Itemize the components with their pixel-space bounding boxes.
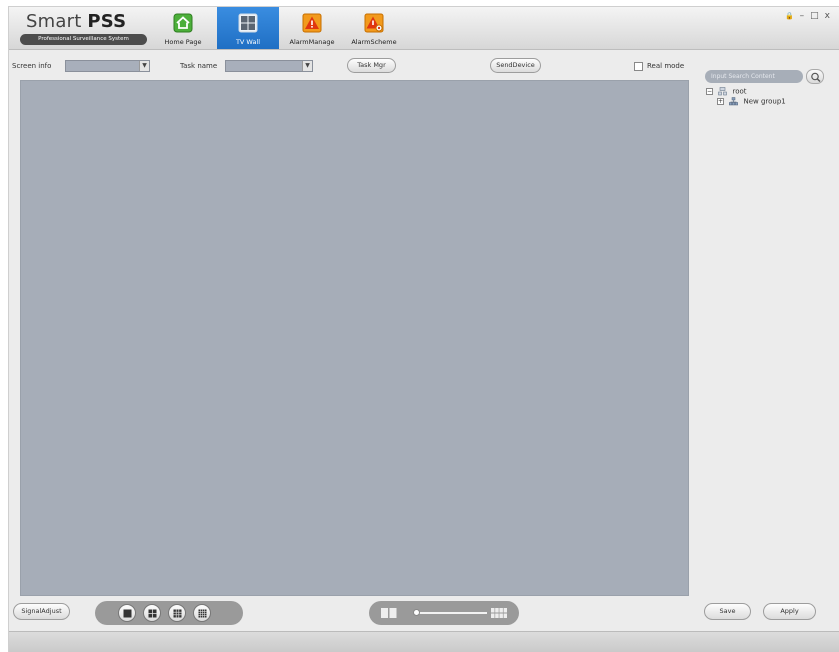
task-name-label: Task name bbox=[180, 62, 218, 70]
device-search-input[interactable]: Input Search Content bbox=[705, 70, 803, 83]
layout-nine-icon bbox=[173, 609, 182, 618]
status-bar bbox=[9, 631, 839, 652]
real-mode-checkbox[interactable] bbox=[634, 62, 643, 71]
tree-node-root[interactable]: − root bbox=[706, 87, 747, 96]
window-controls: 🔒–□x bbox=[785, 11, 836, 21]
screen-info-select[interactable]: ▼ bbox=[65, 60, 150, 72]
nav-tab-home-label: Home Page bbox=[164, 38, 202, 46]
app-title-plain: Smart bbox=[26, 11, 82, 32]
save-button[interactable]: Save bbox=[704, 603, 751, 620]
tree-node-new-group1-label: New group1 bbox=[743, 97, 786, 106]
lock-icon[interactable]: 🔒 bbox=[785, 12, 800, 20]
minimize-icon[interactable]: – bbox=[800, 11, 811, 21]
app-logo-title: Smart PSS bbox=[26, 11, 126, 32]
tv-wall-canvas[interactable] bbox=[20, 80, 689, 596]
app-window: Smart PSS Professional Surveillance Syst… bbox=[8, 6, 839, 652]
nav-tab-alarm-scheme[interactable]: AlarmScheme bbox=[343, 7, 405, 49]
tree-node-root-label: root bbox=[732, 87, 747, 96]
group-tree-icon bbox=[729, 97, 739, 106]
signal-adjust-button[interactable]: SignalAdjust bbox=[13, 603, 70, 620]
screen-layout-group bbox=[95, 601, 243, 625]
restore-icon[interactable]: □ bbox=[810, 11, 825, 21]
apply-button[interactable]: Apply bbox=[763, 603, 816, 620]
nav-tab-home[interactable]: Home Page bbox=[152, 7, 214, 49]
app-logo-subtitle: Professional Surveillance System bbox=[20, 34, 147, 45]
alarm-warning-icon bbox=[302, 13, 322, 33]
layout-4-button[interactable] bbox=[143, 604, 161, 622]
expand-icon[interactable]: + bbox=[717, 98, 724, 105]
close-icon[interactable]: x bbox=[825, 11, 836, 21]
zoom-slider-handle[interactable] bbox=[413, 609, 420, 616]
layout-16-button[interactable] bbox=[193, 604, 211, 622]
tv-wall-icon bbox=[238, 13, 258, 33]
tree-node-new-group1[interactable]: + New group1 bbox=[717, 97, 786, 106]
screen-info-label: Screen info bbox=[12, 62, 52, 70]
layout-1-button[interactable] bbox=[118, 604, 136, 622]
home-icon bbox=[173, 13, 193, 33]
layout-sixteen-icon bbox=[198, 609, 207, 618]
nav-tab-alarm-manage[interactable]: AlarmManage bbox=[281, 7, 343, 49]
nav-tab-tv-wall[interactable]: TV Wall bbox=[217, 7, 279, 49]
search-icon bbox=[811, 72, 821, 83]
alarm-scheme-icon bbox=[364, 13, 384, 33]
zoom-slider-track[interactable] bbox=[417, 612, 487, 614]
layout-9-button[interactable] bbox=[168, 604, 186, 622]
top-bar: Smart PSS Professional Surveillance Syst… bbox=[9, 7, 839, 50]
layout-single-icon bbox=[123, 609, 132, 618]
app-title-bold: PSS bbox=[87, 11, 127, 32]
chevron-down-icon: ▼ bbox=[139, 61, 149, 71]
zoom-in-grid-icon[interactable] bbox=[491, 608, 507, 618]
folder-tree-icon bbox=[718, 87, 728, 96]
chevron-down-icon: ▼ bbox=[302, 61, 312, 71]
zoom-out-grid-icon[interactable] bbox=[381, 608, 397, 618]
layout-quad-icon bbox=[148, 609, 157, 618]
nav-tab-alarm-scheme-label: AlarmScheme bbox=[351, 38, 397, 46]
search-button[interactable] bbox=[806, 69, 824, 84]
real-mode-label: Real mode bbox=[647, 62, 685, 70]
task-name-select[interactable]: ▼ bbox=[225, 60, 313, 72]
nav-tab-tv-wall-label: TV Wall bbox=[235, 38, 261, 46]
send-device-button[interactable]: SendDevice bbox=[490, 58, 541, 73]
task-mgr-button[interactable]: Task Mgr bbox=[347, 58, 396, 73]
collapse-icon[interactable]: − bbox=[706, 88, 713, 95]
nav-tab-alarm-manage-label: AlarmManage bbox=[289, 38, 335, 46]
